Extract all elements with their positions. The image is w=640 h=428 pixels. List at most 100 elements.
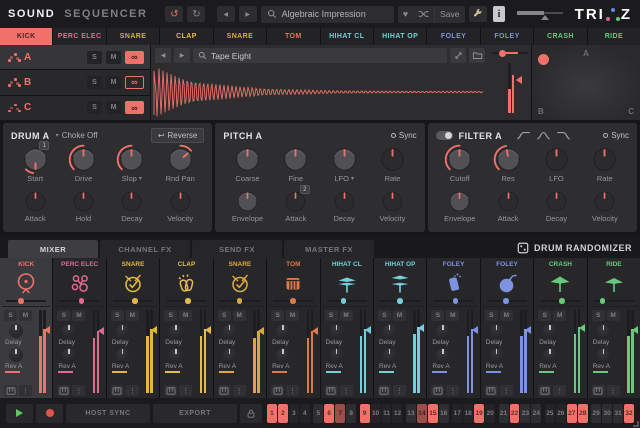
knob-lfo[interactable]: LFO▾ xyxy=(320,143,368,187)
channel-reverb-knob[interactable]: Rev A xyxy=(58,348,76,373)
channel-delay-knob[interactable]: Delay xyxy=(539,324,557,346)
step-18[interactable]: 18 xyxy=(463,404,473,423)
channel-pan-slider[interactable] xyxy=(487,297,527,305)
knob-dial[interactable] xyxy=(379,188,406,215)
pan-thumb[interactable] xyxy=(341,298,347,304)
step-15[interactable]: 15 xyxy=(428,404,438,423)
drum-tab-foley[interactable]: FOLEY xyxy=(481,28,533,45)
delay-knob-dial[interactable] xyxy=(490,324,504,338)
step-22[interactable]: 22 xyxy=(510,404,520,423)
xy-morph-pad[interactable]: A B C xyxy=(532,45,640,120)
knob-dial[interactable] xyxy=(543,188,570,215)
pan-thumb[interactable] xyxy=(397,298,403,304)
knob-rnd-pan[interactable]: Rnd Pan xyxy=(156,143,204,187)
mixer-channel-tom[interactable]: TOMSMDelayRev A⋮ xyxy=(267,258,319,398)
step-9[interactable]: 9 xyxy=(360,404,370,423)
piano-roll-icon[interactable] xyxy=(538,385,551,396)
channel-pan-slider[interactable] xyxy=(594,297,634,305)
tab-send-fx[interactable]: SEND FX xyxy=(192,240,282,258)
pan-thumb[interactable] xyxy=(79,298,85,304)
knob-start[interactable]: 1Start xyxy=(11,143,59,187)
delay-knob-dial[interactable] xyxy=(62,324,76,338)
drum-tab-hihat-cl[interactable]: HIHAT CL xyxy=(321,28,373,45)
channel-solo-button[interactable]: S xyxy=(538,310,551,321)
kebab-menu-icon[interactable]: ⋮ xyxy=(340,385,353,396)
channel-reverb-knob[interactable]: Rev A xyxy=(5,348,23,373)
channel-reverb-knob[interactable]: Rev A xyxy=(219,348,237,373)
step-30[interactable]: 30 xyxy=(602,404,612,423)
filter-bandpass-icon[interactable] xyxy=(536,131,551,140)
mixer-channel-foley[interactable]: FOLEYSMDelayRev A⋮ xyxy=(427,258,479,398)
sample-volume-fader[interactable] xyxy=(508,63,520,113)
reverb-knob-dial[interactable] xyxy=(383,348,397,362)
volume-thumb[interactable] xyxy=(541,15,549,20)
step-27[interactable]: 27 xyxy=(567,404,577,423)
pan-thumb[interactable] xyxy=(18,298,24,304)
knob-decay[interactable]: Decay xyxy=(320,187,368,231)
fader-handle[interactable] xyxy=(151,326,157,334)
mixer-channel-perc-elec[interactable]: PERC ELECSMDelayRev A⋮ xyxy=(53,258,105,398)
knob-dial[interactable] xyxy=(234,188,261,215)
piano-roll-icon[interactable] xyxy=(4,385,17,396)
knob-dial[interactable] xyxy=(232,144,263,175)
knob-velocity[interactable]: Velocity xyxy=(368,187,416,231)
channel-mute-button[interactable]: M xyxy=(500,310,513,321)
delay-knob-dial[interactable] xyxy=(330,324,344,338)
layer-mute-button[interactable]: M xyxy=(106,51,121,64)
delay-knob-dial[interactable] xyxy=(543,324,557,338)
delay-knob-dial[interactable] xyxy=(116,324,130,338)
step-29[interactable]: 29 xyxy=(591,404,601,423)
sample-folder-icon[interactable] xyxy=(469,48,485,63)
lock-button[interactable] xyxy=(240,404,262,423)
record-button[interactable] xyxy=(36,404,63,423)
fader-handle[interactable] xyxy=(525,326,531,334)
layer-link-icon[interactable]: ∞ xyxy=(125,76,144,89)
pan-thumb[interactable] xyxy=(503,298,509,304)
delay-knob-dial[interactable] xyxy=(597,324,611,338)
mixer-channel-foley[interactable]: FOLEYSMDelayRev A⋮ xyxy=(481,258,533,398)
channel-pan-slider[interactable] xyxy=(220,297,260,305)
channel-mute-button[interactable]: M xyxy=(607,310,620,321)
step-17[interactable]: 17 xyxy=(452,404,462,423)
sample-next-icon[interactable]: ▶ xyxy=(174,48,190,63)
fader-handle[interactable] xyxy=(365,326,371,334)
knob-dial[interactable] xyxy=(541,144,572,175)
drum-tab-ride[interactable]: RIDE xyxy=(588,28,640,45)
drum-tab-kick[interactable]: KICK xyxy=(0,28,52,45)
step-13[interactable]: 13 xyxy=(406,404,416,423)
xy-cursor[interactable] xyxy=(538,54,549,65)
filter-highpass-icon[interactable] xyxy=(516,131,531,140)
channel-pan-slider[interactable] xyxy=(113,297,153,305)
channel-pan-slider[interactable] xyxy=(273,297,313,305)
pan-thumb[interactable] xyxy=(453,298,459,304)
sample-prev-icon[interactable]: ◀ xyxy=(155,48,171,63)
knob-velocity[interactable]: Velocity xyxy=(156,187,204,231)
master-volume-slider[interactable] xyxy=(517,7,562,21)
pan-thumb[interactable] xyxy=(132,298,138,304)
channel-fader[interactable] xyxy=(144,310,157,396)
step-16[interactable]: 16 xyxy=(439,404,449,423)
preset-prev-icon[interactable]: ◀ xyxy=(217,6,235,22)
channel-pan-slider[interactable] xyxy=(167,297,207,305)
step-5[interactable]: 5 xyxy=(313,404,323,423)
channel-solo-button[interactable]: S xyxy=(431,310,444,321)
knob-lfo[interactable]: LFO xyxy=(532,143,580,187)
knob-dial[interactable] xyxy=(329,144,360,175)
channel-delay-knob[interactable]: Delay xyxy=(379,324,397,346)
sample-search-input[interactable]: Tape Eight xyxy=(193,48,447,63)
pan-thumb[interactable] xyxy=(237,298,243,304)
delay-knob-dial[interactable] xyxy=(276,324,290,338)
step-3[interactable]: 3 xyxy=(289,404,299,423)
channel-mute-button[interactable]: M xyxy=(553,310,566,321)
kebab-menu-icon[interactable]: ⋮ xyxy=(607,385,620,396)
channel-reverb-knob[interactable]: Rev A xyxy=(112,348,130,373)
knob-dial[interactable] xyxy=(22,188,49,215)
settings-wrench-icon[interactable] xyxy=(469,6,487,22)
filter-toggle[interactable] xyxy=(436,131,453,140)
channel-reverb-knob[interactable]: Rev A xyxy=(486,348,504,373)
channel-reverb-knob[interactable]: Rev A xyxy=(593,348,611,373)
knob-attack[interactable]: 2Attack xyxy=(272,187,320,231)
fader-handle[interactable] xyxy=(418,324,424,332)
step-28[interactable]: 28 xyxy=(578,404,588,423)
channel-fader[interactable] xyxy=(305,310,318,396)
